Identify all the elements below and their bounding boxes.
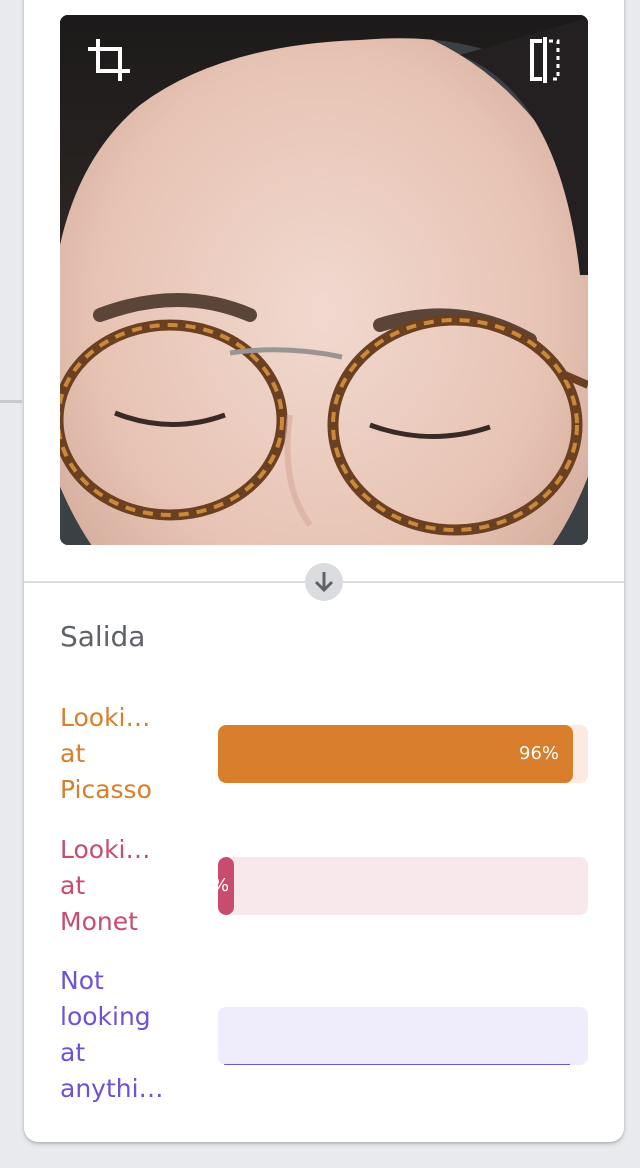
crop-icon[interactable]: [84, 35, 134, 85]
class-label-line: anythi…: [60, 1074, 164, 1103]
class-label-line: Looki…: [60, 703, 151, 732]
confidence-bar: 96%: [218, 725, 588, 783]
class-label-line: Picasso: [60, 775, 152, 804]
class-label-line: at: [60, 739, 86, 768]
class-label-line: at: [60, 871, 86, 900]
flip-horizontal-icon[interactable]: [520, 35, 570, 85]
arrow-down-button[interactable]: [305, 563, 343, 601]
class-label-line: looking: [60, 1002, 151, 1031]
class-label-line: Not: [60, 966, 104, 995]
side-divider-line: [0, 400, 22, 403]
confidence-bar-baseline: [224, 1064, 570, 1065]
webcam-feed-image: [60, 15, 588, 545]
class-label-line: Looki…: [60, 835, 151, 864]
arrow-down-icon: [314, 572, 334, 593]
confidence-value: %: [218, 857, 229, 915]
class-label: Looki… at Picasso: [60, 700, 200, 808]
class-label-line: at: [60, 1038, 86, 1067]
class-label: Looki… at Monet: [60, 832, 200, 940]
confidence-value: 96%: [519, 743, 560, 764]
class-label: Not looking at anythi…: [60, 963, 200, 1107]
class-label-line: Monet: [60, 907, 138, 936]
confidence-bar: %: [218, 857, 588, 915]
confidence-bar: [218, 1007, 588, 1065]
output-title: Salida: [60, 620, 146, 653]
webcam-preview: [60, 15, 588, 545]
preview-card: Salida Looki… at Picasso 96% Looki… at M…: [24, 0, 624, 1142]
